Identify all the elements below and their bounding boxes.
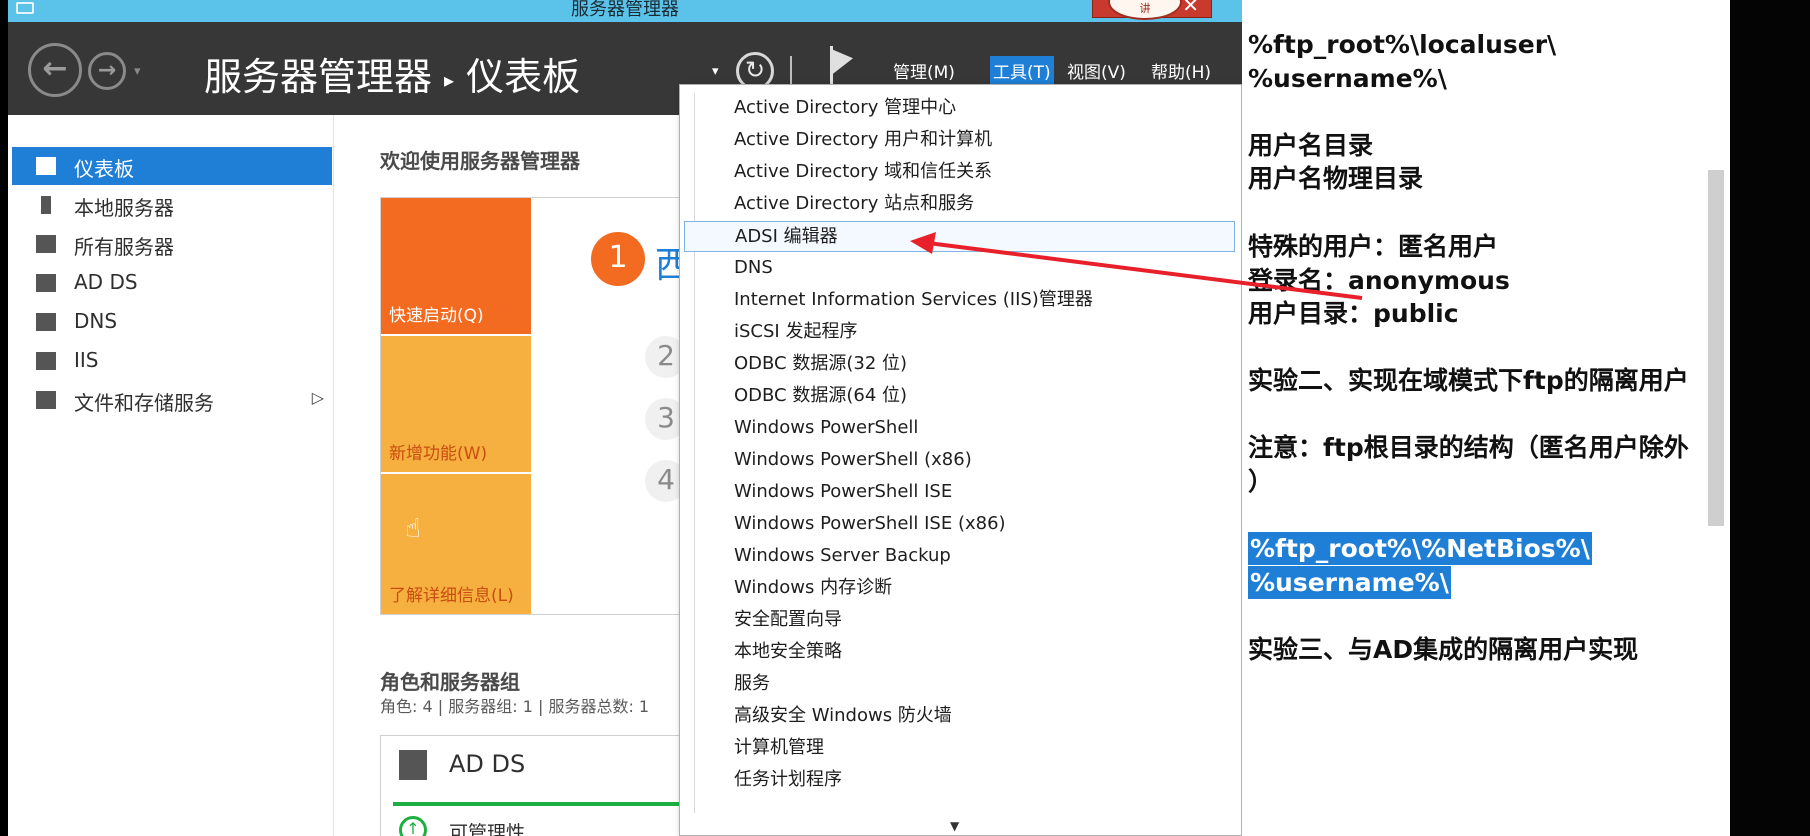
notifications-flag-icon[interactable] <box>828 46 858 88</box>
sidebar-item-label: DNS <box>74 309 118 333</box>
menu-view[interactable]: 视图(V) <box>1064 56 1129 85</box>
menu-item-local-security-policy[interactable]: 本地安全策略 <box>684 637 1235 668</box>
ad-ds-icon <box>36 274 56 292</box>
note-line: 特殊的用户：匿名用户 <box>1248 232 1499 261</box>
menu-item-powershell-ise[interactable]: Windows PowerShell ISE <box>684 477 1235 508</box>
menu-item-powershell[interactable]: Windows PowerShell <box>684 413 1235 444</box>
manageability-label[interactable]: 可管理性 <box>449 818 525 836</box>
note-line: 用户名目录 <box>1248 131 1374 160</box>
notes-panel: %ftp_root%\localuser\ %username%\ 用户名目录 … <box>1242 0 1730 836</box>
window-title: 服务器管理器 <box>571 0 679 20</box>
menu-item-computer-management[interactable]: 计算机管理 <box>684 733 1235 764</box>
title-bar: 服务器管理器 ✕ 讲 <box>8 0 1242 22</box>
status-ok-icon: ↑ <box>399 816 427 836</box>
menu-item-task-scheduler[interactable]: 任务计划程序 <box>684 765 1235 796</box>
servers-icon <box>36 235 56 253</box>
tile-whats-new[interactable]: 新增功能(W) <box>381 336 531 472</box>
note-line: 登录名：anonymous <box>1248 266 1510 295</box>
scroll-down-icon[interactable]: ▼ <box>950 819 959 833</box>
sidebar-item-iis[interactable]: IIS <box>12 342 332 380</box>
menu-item-iscsi-initiator[interactable]: iSCSI 发起程序 <box>684 317 1235 348</box>
sidebar-item-label: 文件和存储服务 <box>74 391 214 415</box>
note-line: ） <box>1248 467 1274 496</box>
sidebar-item-label: AD DS <box>74 270 138 294</box>
tools-dropdown-menu: Active Directory 管理中心 Active Directory 用… <box>679 84 1242 836</box>
sidebar-item-all-servers[interactable]: 所有服务器 <box>12 225 332 263</box>
menu-help[interactable]: 帮助(H) <box>1148 56 1214 85</box>
menu-tools[interactable]: 工具(T) <box>990 56 1054 85</box>
sidebar-item-label: 本地服务器 <box>74 196 174 220</box>
menu-item-ad-users-computers[interactable]: Active Directory 用户和计算机 <box>684 125 1235 156</box>
menu-item-iis-manager[interactable]: Internet Information Services (IIS)管理器 <box>684 285 1235 316</box>
breadcrumb-separator-icon: ▸ <box>444 67 455 92</box>
breadcrumb-root[interactable]: 服务器管理器 <box>204 55 432 99</box>
sidebar-item-label: 仪表板 <box>74 157 134 181</box>
sidebar-item-label: 所有服务器 <box>74 235 174 259</box>
menu-item-powershell-x86[interactable]: Windows PowerShell (x86) <box>684 445 1235 476</box>
sidebar-item-ad-ds[interactable]: AD DS <box>12 264 332 302</box>
background-edge <box>1730 0 1810 836</box>
notes-scrollbar[interactable] <box>1708 170 1724 526</box>
note-line: 用户目录：public <box>1248 299 1459 328</box>
menu-item-security-wizard[interactable]: 安全配置向导 <box>684 605 1235 636</box>
forward-arrow-icon: → <box>97 58 117 83</box>
note-line-highlighted: %ftp_root%\%NetBios%\ <box>1248 532 1592 565</box>
menu-item-odbc-64[interactable]: ODBC 数据源(64 位) <box>684 381 1235 412</box>
menu-item-ad-sites-services[interactable]: Active Directory 站点和服务 <box>684 189 1235 220</box>
tile-label: 新增功能(W) <box>389 444 488 464</box>
menu-item-odbc-32[interactable]: ODBC 数据源(32 位) <box>684 349 1235 380</box>
back-arrow-icon: ← <box>42 51 68 86</box>
menu-item-dns[interactable]: DNS <box>684 253 1235 284</box>
sidebar-item-label: IIS <box>74 348 99 372</box>
menu-manage[interactable]: 管理(M) <box>890 56 958 85</box>
back-button[interactable]: ← <box>28 43 82 97</box>
file-storage-icon <box>36 391 56 409</box>
hand-cursor-icon: ☝ <box>405 514 421 544</box>
menu-item-memory-diagnostic[interactable]: Windows 内存诊断 <box>684 573 1235 604</box>
tile-label: 了解详细信息(L) <box>389 586 514 606</box>
forward-button[interactable]: → <box>88 52 126 90</box>
menu-item-ad-domains-trusts[interactable]: Active Directory 域和信任关系 <box>684 157 1235 188</box>
sidebar: 仪表板 本地服务器 所有服务器 AD DS DNS IIS 文件和存储服务 ▷ <box>8 115 334 836</box>
close-icon: ✕ <box>1182 0 1199 17</box>
menu-item-server-backup[interactable]: Windows Server Backup <box>684 541 1235 572</box>
breadcrumb-dropdown-icon[interactable]: ▾ <box>712 64 719 79</box>
dashboard-icon <box>36 157 56 175</box>
menu-item-powershell-ise-x86[interactable]: Windows PowerShell ISE (x86) <box>684 509 1235 540</box>
dns-icon <box>36 313 56 331</box>
note-line-highlighted: %username%\ <box>1248 566 1451 599</box>
step-badge-1: 1 <box>591 232 645 286</box>
refresh-icon: ↻ <box>744 56 766 84</box>
tile-learn-more[interactable]: ☝ 了解详细信息(L) <box>381 474 531 614</box>
iis-icon <box>36 352 56 370</box>
sidebar-item-dns[interactable]: DNS <box>12 303 332 341</box>
role-card-title: AD DS <box>449 750 526 778</box>
header-divider <box>790 56 792 86</box>
note-line: 注意：ftp根目录的结构（匿名用户除外 <box>1248 433 1689 462</box>
note-line: %username%\ <box>1248 64 1447 93</box>
menu-item-ad-admin-center[interactable]: Active Directory 管理中心 <box>684 93 1235 124</box>
history-dropdown-icon[interactable]: ▾ <box>134 64 141 79</box>
tile-label: 快速启动(Q) <box>389 306 484 326</box>
roles-section-title: 角色和服务器组 <box>380 670 520 694</box>
breadcrumb: 服务器管理器 ▸ 仪表板 <box>204 46 580 101</box>
ad-ds-icon <box>399 750 427 780</box>
server-icon <box>41 196 51 214</box>
sidebar-item-file-storage[interactable]: 文件和存储服务 ▷ <box>12 381 332 419</box>
note-line: 实验二、实现在域模式下ftp的隔离用户 <box>1248 366 1689 395</box>
welcome-title: 欢迎使用服务器管理器 <box>380 149 580 173</box>
expand-arrow-icon[interactable]: ▷ <box>312 388 324 407</box>
menu-item-adsi-edit[interactable]: ADSI 编辑器 <box>684 221 1235 252</box>
menu-item-services[interactable]: 服务 <box>684 669 1235 700</box>
note-line: %ftp_root%\localuser\ <box>1248 30 1557 59</box>
note-line: 用户名物理目录 <box>1248 164 1424 193</box>
sidebar-item-dashboard[interactable]: 仪表板 <box>12 147 332 185</box>
menu-item-firewall[interactable]: 高级安全 Windows 防火墙 <box>684 701 1235 732</box>
note-line: 实验三、与AD集成的隔离用户实现 <box>1248 635 1639 664</box>
roles-summary: 角色: 4 | 服务器组: 1 | 服务器总数: 1 <box>380 697 650 716</box>
tile-quick-start[interactable]: 快速启动(Q) <box>381 198 531 334</box>
sidebar-item-local-server[interactable]: 本地服务器 <box>12 186 332 224</box>
breadcrumb-current: 仪表板 <box>466 55 581 99</box>
